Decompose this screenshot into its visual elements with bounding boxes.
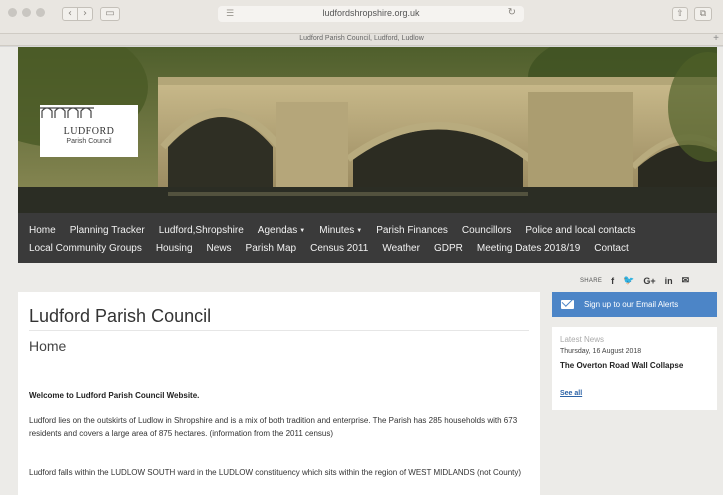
window-controls xyxy=(8,8,45,17)
nav-row-1: Home Planning Tracker Ludford,Shropshire Ag… xyxy=(29,221,709,239)
nav-item-parish-map[interactable]: Parish Map xyxy=(246,243,297,254)
nav-item-local-community-groups[interactable]: Local Community Groups xyxy=(29,243,142,254)
logo-subtitle: Parish Council xyxy=(66,138,112,145)
nav-item-label: Minutes xyxy=(319,224,355,236)
nav-item-police-and-local-contacts[interactable]: Police and local contacts xyxy=(525,225,635,236)
sidebar-icon: ▭ xyxy=(105,8,115,19)
site-title: Ludford Parish Council xyxy=(29,306,212,326)
nav-item-news[interactable]: News xyxy=(207,243,232,254)
linkedin-icon[interactable]: in xyxy=(665,276,673,286)
email-alerts-label: Sign up to our Email Alerts xyxy=(584,300,679,309)
envelope-icon xyxy=(561,300,574,309)
nav-item-meeting-dates-2018-19[interactable]: Meeting Dates 2018/19 xyxy=(477,243,580,254)
header-banner: LUDFORD Parish Council xyxy=(18,47,717,213)
chevron-left-icon: ‹ xyxy=(68,8,72,19)
nav-item-label: Census 2011 xyxy=(310,242,369,254)
nav-item-label: Ludford,Shropshire xyxy=(158,224,244,236)
nav-item-planning-tracker[interactable]: Planning Tracker xyxy=(70,225,145,236)
nav-item-parish-finances[interactable]: Parish Finances xyxy=(376,225,448,236)
nav-item-label: Meeting Dates 2018/19 xyxy=(476,242,581,254)
nav-item-label: Councillors xyxy=(461,224,512,236)
nav-item-minutes[interactable]: Minutes ▼ xyxy=(319,225,362,236)
close-window-button[interactable] xyxy=(8,8,17,17)
news-heading: Latest News xyxy=(560,335,605,344)
nav-item-label: GDPR xyxy=(433,242,463,254)
share-icon: ⇧ xyxy=(676,9,684,19)
nav-row-2: Local Community Groups Housing News Parish … xyxy=(29,239,709,257)
divider xyxy=(29,330,529,331)
nav-item-label: Planning Tracker xyxy=(69,224,145,236)
news-date: Thursday, 16 August 2018 xyxy=(560,348,642,355)
nav-item-label: Contact xyxy=(594,242,629,254)
reload-icon[interactable]: ↻ xyxy=(508,7,516,18)
facebook-icon[interactable]: f xyxy=(611,276,614,286)
zoom-window-button[interactable] xyxy=(36,8,45,17)
nav-item-agendas[interactable]: Agendas ▼ xyxy=(258,225,305,236)
chevron-down-icon: ▼ xyxy=(356,227,363,234)
nav-item-home[interactable]: Home xyxy=(29,225,56,236)
tab-bar: Ludford Parish Council, Ludford, Ludlow … xyxy=(0,33,723,46)
nav-item-label: Police and local contacts xyxy=(525,224,636,236)
minimize-window-button[interactable] xyxy=(22,8,31,17)
see-all-link[interactable]: See all xyxy=(560,390,582,397)
news-title-link[interactable]: The Overton Road Wall Collapse xyxy=(560,360,710,372)
sidebar-toggle-button[interactable]: ▭ xyxy=(100,7,120,21)
nav-item-weather[interactable]: Weather xyxy=(382,243,420,254)
parish-logo[interactable]: LUDFORD Parish Council xyxy=(40,105,138,157)
latest-news-panel: Latest News Thursday, 16 August 2018 The… xyxy=(552,327,717,410)
nav-item-gdpr[interactable]: GDPR xyxy=(434,243,463,254)
logo-name: LUDFORD xyxy=(63,126,115,137)
share-bar: SHARE f 🐦 G+ in ✉ xyxy=(580,275,689,286)
browser-toolbar: ‹ › ▭ ☰ ludfordshropshire.org.uk ↻ ⇧ ⧉ xyxy=(0,0,723,34)
nav-item-councillors[interactable]: Councillors xyxy=(462,225,511,236)
email-icon[interactable]: ✉ xyxy=(682,275,690,286)
nav-item-label: Parish Finances xyxy=(376,224,448,236)
google-plus-icon[interactable]: G+ xyxy=(643,276,655,286)
tabs-icon: ⧉ xyxy=(699,9,707,19)
nav-item-label: Agendas xyxy=(257,224,298,236)
nav-item-label: Home xyxy=(29,224,56,236)
ward-paragraph: Ludford falls within the LUDLOW SOUTH wa… xyxy=(29,468,522,477)
share-label: SHARE xyxy=(580,277,603,284)
chevron-down-icon: ▼ xyxy=(299,227,306,234)
nav-item-housing[interactable]: Housing xyxy=(156,243,193,254)
web-page: LUDFORD Parish Council Home Planning Trac… xyxy=(0,47,723,495)
bridge-logo-icon xyxy=(40,107,94,118)
nav-item-label: Weather xyxy=(382,242,420,254)
intro-paragraph: Ludford lies on the outskirts of Ludlow … xyxy=(29,416,518,438)
main-content: Ludford Parish Council Home Welcome to L… xyxy=(18,292,540,495)
twitter-icon[interactable]: 🐦 xyxy=(623,275,634,286)
email-alerts-button[interactable]: Sign up to our Email Alerts xyxy=(552,292,717,317)
forward-button[interactable]: › xyxy=(77,7,93,21)
nav-item-ludford-shropshire[interactable]: Ludford,Shropshire xyxy=(159,225,244,236)
main-navigation: Home Planning Tracker Ludford,Shropshire Ag… xyxy=(18,213,717,263)
address-bar[interactable]: ☰ ludfordshropshire.org.uk ↻ xyxy=(218,6,524,22)
chevron-right-icon: › xyxy=(83,8,87,19)
nav-item-label: Local Community Groups xyxy=(29,242,142,254)
tab-title[interactable]: Ludford Parish Council, Ludford, Ludlow xyxy=(0,35,723,42)
nav-item-contact[interactable]: Contact xyxy=(594,243,628,254)
nav-item-census-2011[interactable]: Census 2011 xyxy=(310,243,368,254)
page-title: Home xyxy=(29,338,67,354)
nav-item-label: Housing xyxy=(155,242,193,254)
nav-item-label: News xyxy=(206,242,232,254)
back-button[interactable]: ‹ xyxy=(62,7,78,21)
show-tabs-button[interactable]: ⧉ xyxy=(694,7,712,21)
browser-share-button[interactable]: ⇧ xyxy=(672,7,688,21)
url-text: ludfordshropshire.org.uk xyxy=(322,8,420,18)
nav-item-label: Parish Map xyxy=(245,242,297,254)
welcome-heading: Welcome to Ludford Parish Council Websit… xyxy=(29,391,200,400)
new-tab-icon[interactable]: + xyxy=(713,33,719,44)
